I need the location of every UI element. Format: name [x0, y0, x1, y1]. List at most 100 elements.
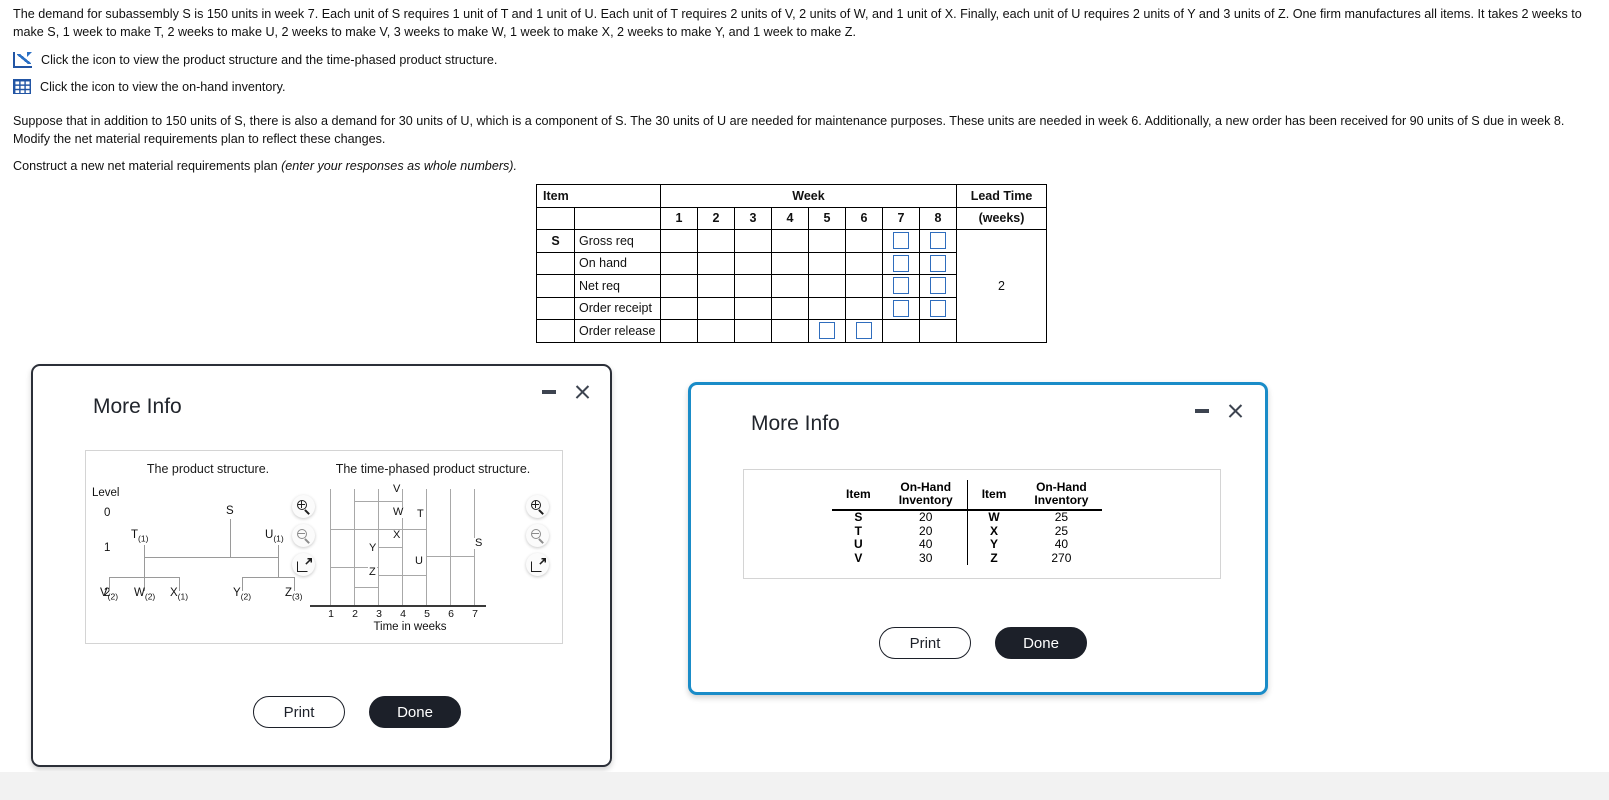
more-info-dialog-on-hand-inventory: More Info Item On-Hand Inventory Item On… [688, 382, 1268, 695]
cell-order-receipt-w8[interactable] [919, 296, 957, 320]
lead-time-value: 2 [956, 229, 1047, 343]
cell-order-release-w6[interactable] [845, 319, 883, 343]
cell-on-hand-w4 [771, 251, 809, 275]
week-col-5: 5 [808, 206, 846, 230]
bar-label-V: V [392, 483, 402, 495]
item-a-0: S [854, 510, 863, 524]
tick-4: 4 [400, 608, 406, 620]
cell-on-hand-w8[interactable] [919, 251, 957, 275]
done-button[interactable]: Done [995, 627, 1087, 659]
print-button[interactable]: Print [253, 696, 345, 728]
zoom-out-button-time-phased[interactable] [526, 524, 549, 547]
print-button[interactable]: Print [879, 627, 971, 659]
table-row: S Gross req 2 [536, 229, 1047, 343]
popout-button-time-phased[interactable] [526, 553, 549, 576]
product-structure-diagram: Level 0 1 2 S T(1) U(1) V(2) W(2) X(1) Y… [92, 485, 302, 631]
table-row: S 20 W 25 [832, 510, 1102, 525]
node-T: T(1) [131, 529, 149, 544]
item-header: Item [536, 184, 661, 208]
table-grid-icon[interactable] [13, 79, 31, 94]
cell-net-req-w1 [660, 274, 698, 298]
week-header: Week [660, 184, 957, 208]
input-gross-req-w7[interactable] [893, 232, 909, 250]
node-S: S [226, 505, 234, 517]
input-gross-req-w8[interactable] [930, 232, 946, 250]
empty-item-cell [536, 206, 575, 230]
table-header-row-2: 1 2 3 4 5 6 7 8 (weeks) [536, 206, 1047, 230]
done-button[interactable]: Done [369, 696, 461, 728]
gridline-week-6 [450, 489, 452, 605]
minimize-icon[interactable] [1195, 409, 1209, 413]
input-order-release-w5[interactable] [819, 322, 835, 340]
minimize-icon[interactable] [542, 390, 556, 394]
week-col-8: 8 [919, 206, 957, 230]
lead-time-header: Lead Time [956, 184, 1047, 208]
row-label-net-req: Net req [574, 274, 661, 298]
tick-6: 6 [448, 608, 454, 620]
bar-V-start [354, 501, 356, 507]
cell-gross-req-w5 [808, 229, 846, 253]
cell-net-req-w4 [771, 274, 809, 298]
cell-gross-req-w8[interactable] [919, 229, 957, 253]
product-structure-link-text: Click the icon to view the product struc… [41, 53, 498, 67]
item-b-0: W [966, 510, 1021, 525]
edge-root [230, 519, 232, 557]
on-hand-inventory-link-text: Click the icon to view the on-hand inven… [40, 79, 286, 94]
input-on-hand-w7[interactable] [893, 254, 909, 272]
week-col-4: 4 [771, 206, 809, 230]
zoom-in-icon [296, 499, 311, 515]
bar-W-start [330, 523, 332, 530]
col-inventory-a: On-Hand Inventory [884, 480, 968, 511]
supplement-paragraph: Suppose that in addition to 150 units of… [13, 114, 1565, 146]
zoom-in-button-time-phased[interactable] [526, 495, 549, 518]
dialog-title: More Info [93, 395, 182, 418]
cell-on-hand-w3 [734, 251, 772, 275]
cell-net-req-w7[interactable] [882, 274, 920, 298]
bar-U [378, 575, 427, 577]
week-col-1: 1 [660, 206, 698, 230]
inv-a-1: 20 [919, 523, 933, 538]
cell-order-release-w5[interactable] [808, 319, 846, 343]
input-net-req-w7[interactable] [893, 277, 909, 295]
item-blank-3 [536, 296, 575, 320]
input-order-receipt-w7[interactable] [893, 299, 909, 317]
tick-3: 3 [376, 608, 382, 620]
popout-icon [296, 557, 312, 572]
popout-arrow [538, 557, 546, 565]
bar-S [426, 556, 475, 558]
week-col-6: 6 [845, 206, 883, 230]
on-hand-inventory-link-row[interactable]: Click the icon to view the on-hand inven… [13, 79, 285, 94]
close-icon[interactable] [1227, 403, 1243, 419]
lead-time-unit: (weeks) [956, 206, 1047, 230]
cell-gross-req-w4 [771, 229, 809, 253]
item-a-2: U [854, 537, 863, 551]
mrp-table: Item Week Lead Time 1 2 3 4 5 6 7 8 (wee… [536, 184, 1047, 343]
table-header-row-1: Item Week Lead Time [536, 184, 1047, 208]
intro-paragraph: The demand for subassembly S is 150 unit… [13, 7, 1582, 39]
bar-label-W: W [392, 506, 405, 518]
cell-on-hand-w7[interactable] [882, 251, 920, 275]
cell-order-release-w4 [771, 319, 809, 343]
input-order-receipt-w8[interactable] [930, 299, 946, 317]
chart-icon[interactable] [13, 52, 32, 68]
cell-on-hand-w2 [697, 251, 735, 275]
input-on-hand-w8[interactable] [930, 254, 946, 272]
cell-gross-req-w7[interactable] [882, 229, 920, 253]
dialog-title: More Info [751, 412, 840, 435]
cell-order-receipt-w5 [808, 296, 846, 320]
cell-order-receipt-w7[interactable] [882, 296, 920, 320]
cell-on-hand-w6 [845, 251, 883, 275]
cell-gross-req-w3 [734, 229, 772, 253]
input-order-release-w6[interactable] [856, 322, 872, 340]
caption-time-phased: The time-phased product structure. [335, 462, 531, 476]
cell-order-release-w8 [919, 319, 957, 343]
bar-label-U: U [414, 555, 424, 567]
time-phased-diagram: V W X T Y Z U S 1 2 3 4 5 6 7 Time in we… [310, 483, 510, 637]
node-U: U(1) [265, 529, 284, 544]
input-net-req-w8[interactable] [930, 277, 946, 295]
cell-net-req-w8[interactable] [919, 274, 957, 298]
item-b-1: X [966, 524, 1021, 538]
product-structure-link-row[interactable]: Click the icon to view the product struc… [13, 52, 497, 68]
bar-V [354, 501, 403, 503]
close-icon[interactable] [574, 384, 590, 400]
